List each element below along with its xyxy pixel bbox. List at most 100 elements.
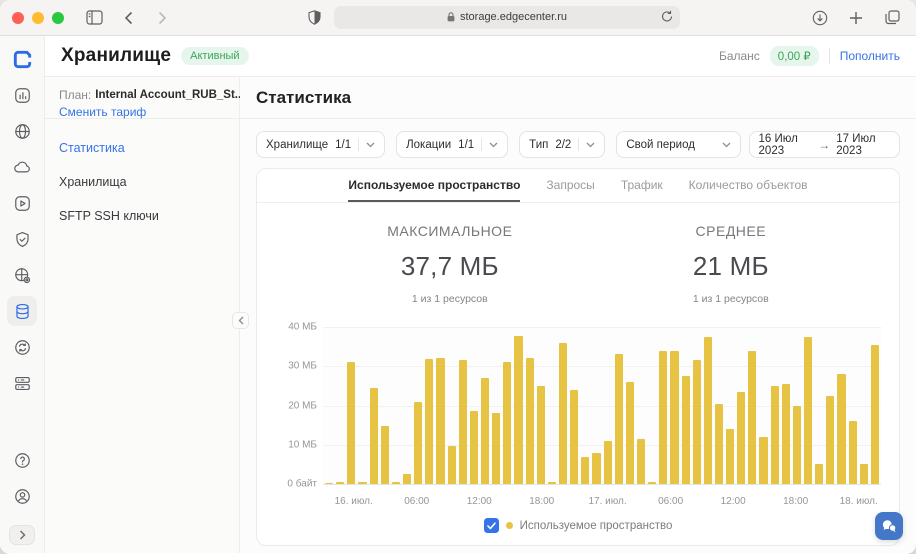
chevron-down-icon — [586, 142, 595, 148]
series-color-dot — [506, 522, 513, 529]
chart-bar — [592, 453, 600, 484]
chart-bar — [448, 446, 456, 484]
back-button[interactable] — [116, 6, 140, 30]
filter-label: Тип — [529, 139, 548, 151]
sidebar-item-storages[interactable]: Хранилища — [59, 175, 225, 189]
tab-object-count[interactable]: Количество объектов — [689, 178, 808, 202]
app-header: Хранилище Активный Баланс 0,00 ₽ Пополни… — [45, 36, 916, 77]
y-tick-label: 0 байт — [287, 479, 317, 490]
chart-bar — [548, 482, 556, 484]
chart-bar — [414, 402, 422, 484]
tab-requests[interactable]: Запросы — [546, 178, 594, 202]
tab-overview-icon[interactable] — [880, 6, 904, 30]
user-profile-icon[interactable] — [7, 481, 37, 511]
sidebar-item-sftp-ssh-keys[interactable]: SFTP SSH ключи — [59, 209, 225, 223]
privacy-shield-icon[interactable] — [302, 6, 326, 30]
chart-bar — [347, 362, 355, 484]
divider — [829, 48, 830, 64]
filter-label: Хранилище — [266, 139, 328, 151]
browser-toolbar: storage.edgecenter.ru — [0, 0, 916, 36]
sidebar-nav: Статистика Хранилища SFTP SSH ключи — [45, 119, 239, 245]
topup-link[interactable]: Пополнить — [840, 49, 900, 63]
stat-subtitle: 1 из 1 ресурсов — [387, 293, 512, 305]
chart-bar — [693, 360, 701, 484]
sync-nav-icon[interactable] — [7, 332, 37, 362]
chart-bars — [325, 327, 879, 484]
balance-label: Баланс — [719, 49, 760, 63]
toolbar-right — [808, 6, 904, 30]
sidebar-toggle-icon[interactable] — [82, 6, 106, 30]
chart-bar — [336, 482, 344, 484]
chart-bar — [436, 358, 444, 484]
y-tick-label: 20 МБ — [288, 400, 317, 411]
statistics-nav-icon[interactable] — [7, 80, 37, 110]
chart-bar — [871, 345, 879, 484]
product-rail — [0, 36, 45, 553]
forward-button[interactable] — [150, 6, 174, 30]
x-tick-label: 12:00 — [721, 496, 746, 507]
tab-traffic[interactable]: Трафик — [621, 178, 663, 202]
dns-globe-gear-nav-icon[interactable] — [7, 260, 37, 290]
chart-y-axis: 40 МБ30 МБ20 МБ10 МБ0 байт — [265, 327, 317, 484]
date-from: 16 Июл 2023 — [759, 133, 813, 157]
edgecenter-logo-icon[interactable] — [7, 44, 37, 74]
chart-bar — [737, 392, 745, 484]
sidebar-item-statistics[interactable]: Статистика — [59, 141, 225, 155]
minimize-window-button[interactable] — [32, 12, 44, 24]
hosting-server-nav-icon[interactable] — [7, 368, 37, 398]
url-field[interactable]: storage.edgecenter.ru — [334, 6, 680, 29]
plan-block: План: Internal Account_RUB_St... i Смени… — [45, 77, 239, 119]
cloud-nav-icon[interactable] — [7, 152, 37, 182]
chart-bar — [704, 337, 712, 484]
chart-bar — [581, 457, 589, 484]
locations-filter-dropdown[interactable]: Локации 1/1 — [396, 131, 508, 158]
reload-icon[interactable] — [661, 10, 673, 26]
storage-nav-icon[interactable] — [7, 296, 37, 326]
downloads-icon[interactable] — [808, 6, 832, 30]
chevron-down-icon — [722, 142, 731, 148]
expand-rail-button[interactable] — [9, 525, 35, 545]
close-window-button[interactable] — [12, 12, 24, 24]
chart-bar — [537, 386, 545, 484]
gridline — [323, 484, 881, 485]
type-filter-dropdown[interactable]: Тип 2/2 — [519, 131, 605, 158]
help-icon[interactable] — [7, 445, 37, 475]
tab-used-space[interactable]: Используемое пространство — [348, 178, 520, 202]
chart-bar — [459, 360, 467, 484]
chart-bar — [626, 382, 634, 484]
bar-chart: 40 МБ30 МБ20 МБ10 МБ0 байт 16. июл.06:00… — [265, 323, 885, 508]
chart-bar — [670, 351, 678, 484]
date-range-picker[interactable]: 16 Июл 2023 → 17 Июл 2023 — [749, 131, 900, 158]
support-chat-button[interactable] — [875, 512, 903, 540]
stat-subtitle: 1 из 1 ресурсов — [693, 293, 769, 305]
ddos-protection-nav-icon[interactable] — [7, 224, 37, 254]
new-tab-icon[interactable] — [844, 6, 868, 30]
legend-checkbox[interactable] — [484, 518, 499, 533]
y-tick-label: 10 МБ — [288, 439, 317, 450]
storage-filter-dropdown[interactable]: Хранилище 1/1 — [256, 131, 385, 158]
stat-title: СРЕДНЕЕ — [693, 223, 769, 239]
chart-tabs: Используемое пространство Запросы Трафик… — [257, 169, 899, 203]
sidebar: План: Internal Account_RUB_St... i Смени… — [45, 77, 240, 553]
chart-bar — [425, 359, 433, 484]
change-tariff-link[interactable]: Сменить тариф — [59, 105, 225, 119]
chart-plot-area — [323, 327, 881, 484]
chart-bar — [325, 483, 333, 484]
chart-bar — [604, 441, 612, 484]
browser-window: storage.edgecenter.ru — [0, 0, 916, 554]
chevron-down-icon — [489, 142, 498, 148]
period-dropdown[interactable]: Свой период — [616, 131, 740, 158]
chart-bar — [570, 390, 578, 484]
chart-bar — [492, 413, 500, 484]
chart-bar — [849, 421, 857, 484]
legend-label: Используемое пространство — [520, 520, 673, 532]
streaming-nav-icon[interactable] — [7, 188, 37, 218]
cdn-globe-nav-icon[interactable] — [7, 116, 37, 146]
x-tick-label: 18:00 — [783, 496, 808, 507]
collapse-sidebar-button[interactable] — [232, 312, 249, 329]
chart-bar — [804, 337, 812, 484]
chart-bar — [615, 354, 623, 484]
chart-bar — [392, 482, 400, 484]
chart-bar — [637, 439, 645, 484]
zoom-window-button[interactable] — [52, 12, 64, 24]
